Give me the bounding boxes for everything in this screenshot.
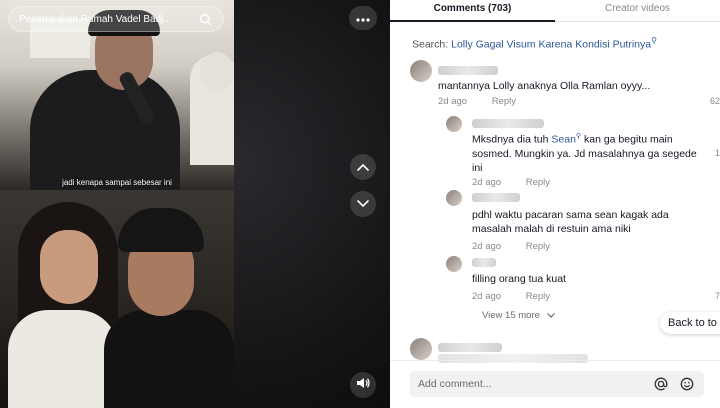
singer-figure	[30, 70, 180, 190]
back-to-top-button[interactable]: Back to to	[660, 312, 720, 334]
emoji-icon[interactable]	[678, 375, 696, 393]
like-count: 1	[714, 148, 720, 158]
woman-shirt	[8, 310, 118, 408]
comment-username[interactable]	[472, 258, 496, 267]
video-frame[interactable]: jadi kenapa sampai sebesar ini	[0, 0, 234, 408]
more-options-button[interactable]	[349, 6, 377, 30]
avatar[interactable]	[446, 190, 462, 206]
video-player[interactable]: jadi kenapa sampai sebesar ini Penampaka…	[0, 0, 390, 408]
comment-text-preview	[438, 354, 588, 363]
video-search-text: Penampakan Rumah Vadel Badj...	[19, 13, 172, 25]
chevron-down-icon	[546, 310, 555, 321]
comment-text: pdhl waktu pacaran sama sean kagak ada m…	[472, 209, 669, 235]
comment-username[interactable]	[472, 193, 520, 202]
comment-username[interactable]	[472, 119, 544, 128]
related-search-prefix: Search:	[412, 38, 449, 51]
divider	[390, 360, 720, 361]
reply-button[interactable]: Reply	[526, 177, 550, 188]
video-caption: jadi kenapa sampai sebesar ini	[62, 178, 172, 187]
avatar[interactable]	[446, 256, 462, 272]
mention-icon[interactable]	[652, 375, 670, 393]
man-cap	[118, 208, 204, 252]
woman-face	[40, 230, 98, 304]
chevron-up-icon	[357, 158, 369, 176]
avatar[interactable]	[410, 338, 432, 360]
reply-button[interactable]: Reply	[526, 241, 550, 252]
search-icon[interactable]	[197, 11, 213, 27]
view-more-label: View 15 more	[482, 310, 540, 321]
video-scene-couple	[0, 190, 234, 408]
comment-input[interactable]	[418, 378, 644, 390]
avatar[interactable]	[446, 116, 462, 132]
reply-button[interactable]: Reply	[492, 96, 516, 107]
panel-tabs: Comments (703) Creator videos	[390, 0, 720, 22]
comment-username[interactable]	[438, 66, 498, 75]
video-search-bar[interactable]: Penampakan Rumah Vadel Badj...	[8, 6, 224, 32]
search-icon: ⚲	[651, 36, 657, 45]
tab-comments[interactable]: Comments (703)	[390, 0, 555, 22]
comment-meta: 2d ago Reply	[472, 177, 550, 188]
comments-panel: Comments (703) Creator videos Search: Lo…	[390, 0, 720, 408]
comment-age: 2d ago	[438, 96, 468, 107]
comment-meta: 2d ago Reply	[472, 291, 550, 302]
comment-meta: 2d ago Reply	[472, 241, 550, 252]
previous-video-button[interactable]	[350, 154, 376, 180]
comment-meta: 2d ago Reply	[438, 96, 516, 107]
tab-creator-videos[interactable]: Creator videos	[555, 0, 720, 21]
avatar[interactable]	[410, 60, 432, 82]
chevron-down-icon	[357, 195, 369, 213]
volume-button[interactable]	[350, 372, 376, 398]
comment-username[interactable]	[438, 343, 502, 352]
comment-age: 2d ago	[472, 291, 502, 302]
reply-button[interactable]: Reply	[526, 291, 550, 302]
comment-text-part: Mksdnya dia tuh	[472, 133, 552, 146]
comment-input-bar	[410, 371, 704, 397]
comment-text: filling orang tua kuat	[472, 273, 566, 285]
app-root: jadi kenapa sampai sebesar ini Penampaka…	[0, 0, 720, 408]
comment-age: 2d ago	[472, 177, 502, 188]
mention-link[interactable]: Sean	[551, 134, 576, 146]
man-shirt	[104, 310, 234, 408]
next-video-button[interactable]	[350, 191, 376, 217]
view-more-replies-button[interactable]: View 15 more	[482, 310, 555, 321]
related-search-query[interactable]: Lolly Gagal Visum Karena Kondisi Putriny…	[451, 39, 651, 51]
like-count: 7	[714, 291, 720, 301]
related-search[interactable]: Search: Lolly Gagal Visum Karena Kondisi…	[412, 36, 657, 51]
comment-text: mantannya Lolly anaknya Olla Ramlan oyyy…	[438, 80, 651, 92]
comment-text: Mksdnya dia tuh Sean⚲ kan ga begitu main…	[472, 130, 702, 175]
background-person-head	[200, 52, 234, 92]
ellipsis-icon	[356, 9, 370, 27]
speaker-icon	[356, 376, 370, 394]
comment-age: 2d ago	[472, 241, 502, 252]
like-count: 62	[709, 96, 720, 106]
